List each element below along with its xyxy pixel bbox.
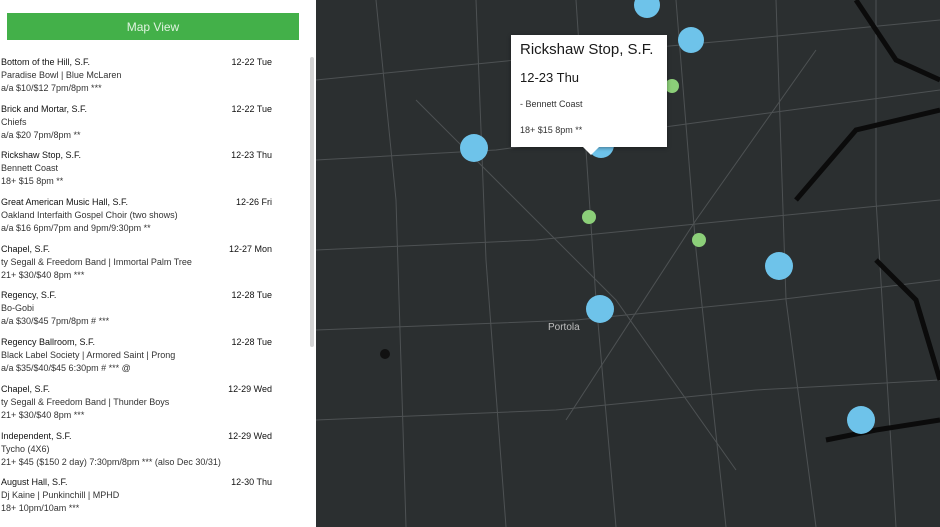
event-list-item[interactable]: Regency, S.F. 12-28 Tue Bo-Gobi a/a $30/$45… [0, 289, 306, 336]
event-band: Paradise Bowl | Blue McLaren [1, 70, 122, 80]
event-price: a/a $16 6pm/7pm and 9pm/9:30pm ** [1, 223, 151, 234]
event-price: a/a $30/$45 7pm/8pm # *** [1, 316, 110, 327]
event-price: a/a $35/$40/$45 6:30pm # *** @ [1, 363, 131, 374]
event-list-item[interactable]: August Hall, S.F. 12-30 Thu Dj Kaine | Pun… [0, 476, 306, 523]
event-marker[interactable] [582, 210, 596, 224]
event-list-item[interactable]: Bottom of the Hill, S.F. 12-22 Tue Paradis… [0, 56, 306, 103]
popup-band-name: Bennett Coast [525, 99, 583, 109]
event-price: 21+ $30/$40 8pm *** [1, 409, 85, 420]
event-date: 12-27 Mon [228, 243, 272, 254]
event-list: Bottom of the Hill, S.F. 12-22 Tue Paradis… [0, 56, 306, 523]
event-band: Tycho (4X6) [1, 443, 50, 454]
event-price: 18+ 10pm/10am *** [1, 503, 80, 514]
event-marker[interactable] [665, 79, 679, 93]
map-view-button[interactable]: Map View [7, 13, 299, 40]
event-date: 12-30 Thu [231, 477, 272, 488]
event-sidebar: Map View Bottom of the Hill, S.F. 12-22 T… [0, 0, 316, 527]
event-date: 12-29 Wed [228, 430, 272, 441]
event-band: Black Label Society | Armored Saint | Pr… [1, 350, 176, 361]
event-list-item[interactable]: Regency Ballroom, S.F. 12-28 Tue Black Lab… [0, 336, 306, 383]
event-band: ty Segall & Freedom Band | Immortal Palm… [1, 256, 192, 267]
event-list-item[interactable]: Brick and Mortar, S.F. 12-22 Tue Chiefs a/a… [0, 103, 306, 150]
popup-venue: Rickshaw Stop, S.F. [520, 41, 654, 58]
event-marker[interactable] [678, 27, 704, 53]
popup-date: 12-23 Thu [520, 70, 580, 85]
event-list-item[interactable]: Independent, S.F. 12-29 Wed Tycho (4X6) 21+… [0, 430, 306, 477]
event-marker[interactable] [380, 349, 390, 359]
event-list-item[interactable]: Chapel, S.F. 12-29 Wed ty Segall & Freedom… [0, 383, 306, 430]
event-band: Bennett Coast [1, 163, 59, 174]
event-band: Bo-Gobi [1, 303, 35, 314]
event-marker[interactable] [692, 233, 706, 247]
event-list-item[interactable]: Great American Music Hall, S.F. 12-26 Fri… [0, 196, 306, 243]
event-band: Dj Kaine | Punkinchill | MPHD [1, 490, 120, 501]
event-list-item[interactable]: Rickshaw Stop, S.F. 12-23 Thu Bennett Coas… [0, 149, 306, 196]
event-date: 12-22 Tue [231, 57, 272, 67]
event-band: ty Segall & Freedom Band | Thunder Boys [1, 396, 170, 407]
event-popup: Rickshaw Stop, S.F. 12-23 Thu - Bennett … [511, 35, 667, 155]
map-label-portola: Portola [548, 322, 580, 333]
event-marker[interactable] [847, 406, 875, 434]
event-price: a/a $10/$12 7pm/8pm *** [1, 83, 102, 93]
event-marker[interactable] [586, 295, 614, 323]
event-date: 12-29 Wed [228, 383, 272, 394]
event-price: 18+ $15 8pm ** [1, 176, 64, 187]
event-list-item[interactable]: Chapel, S.F. 12-27 Mon ty Segall & Freedom… [0, 243, 306, 290]
event-date: 12-28 Tue [231, 290, 272, 301]
event-date: 12-22 Tue [231, 103, 272, 114]
popup-band: - Bennett Coast [520, 99, 583, 109]
popup-price: 18+ $15 8pm ** [520, 125, 583, 135]
event-date: 12-28 Tue [231, 337, 272, 348]
event-band: Chiefs [1, 116, 27, 127]
event-band: Oakland Interfaith Gospel Choir (two sho… [1, 210, 178, 221]
event-date: 12-23 Thu [231, 150, 272, 161]
event-price: 21+ $45 ($150 2 day) 7:30pm/8pm *** (als… [1, 456, 221, 467]
sidebar-scrollbar[interactable] [310, 57, 314, 347]
event-price: a/a $20 7pm/8pm ** [1, 129, 81, 140]
event-date: 12-26 Fri [235, 197, 272, 208]
event-marker[interactable] [765, 252, 793, 280]
event-marker[interactable] [460, 134, 488, 162]
event-price: 21+ $30/$40 8pm *** [1, 269, 85, 280]
